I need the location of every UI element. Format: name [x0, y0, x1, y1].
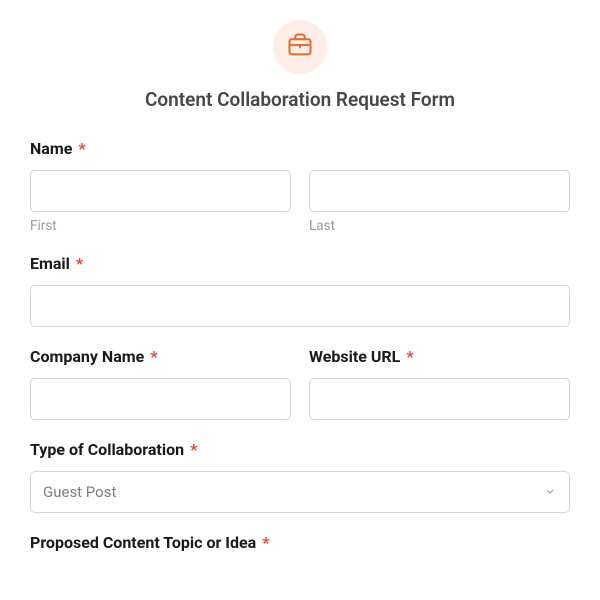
email-label: Email *	[30, 254, 570, 273]
first-name-sublabel: First	[30, 218, 291, 234]
required-marker: *	[150, 347, 157, 366]
collab-type-select[interactable]: Guest Post	[30, 471, 570, 513]
collab-type-selected-value: Guest Post	[43, 483, 116, 501]
collab-type-label: Type of Collaboration *	[30, 440, 570, 459]
header-icon-circle	[273, 20, 327, 74]
collab-type-field-group: Type of Collaboration * Guest Post	[30, 440, 570, 513]
company-label: Company Name *	[30, 347, 291, 366]
email-field-group: Email *	[30, 254, 570, 327]
form-header: Content Collaboration Request Form	[30, 20, 570, 111]
required-marker: *	[262, 533, 269, 552]
email-input[interactable]	[30, 285, 570, 327]
name-field-group: Name * First Last	[30, 139, 570, 234]
website-input[interactable]	[309, 378, 570, 420]
last-name-sublabel: Last	[309, 218, 570, 234]
required-marker: *	[76, 254, 83, 273]
first-name-input[interactable]	[30, 170, 291, 212]
form-title: Content Collaboration Request Form	[30, 88, 570, 111]
website-label: Website URL *	[309, 347, 570, 366]
company-input[interactable]	[30, 378, 291, 420]
topic-field-group: Proposed Content Topic or Idea *	[30, 533, 570, 552]
topic-label: Proposed Content Topic or Idea *	[30, 533, 570, 552]
required-marker: *	[190, 440, 197, 459]
required-marker: *	[78, 139, 85, 158]
name-label: Name *	[30, 139, 570, 158]
last-name-input[interactable]	[309, 170, 570, 212]
company-website-row: Company Name * Website URL *	[30, 347, 570, 420]
required-marker: *	[406, 347, 413, 366]
briefcase-icon	[286, 31, 314, 63]
